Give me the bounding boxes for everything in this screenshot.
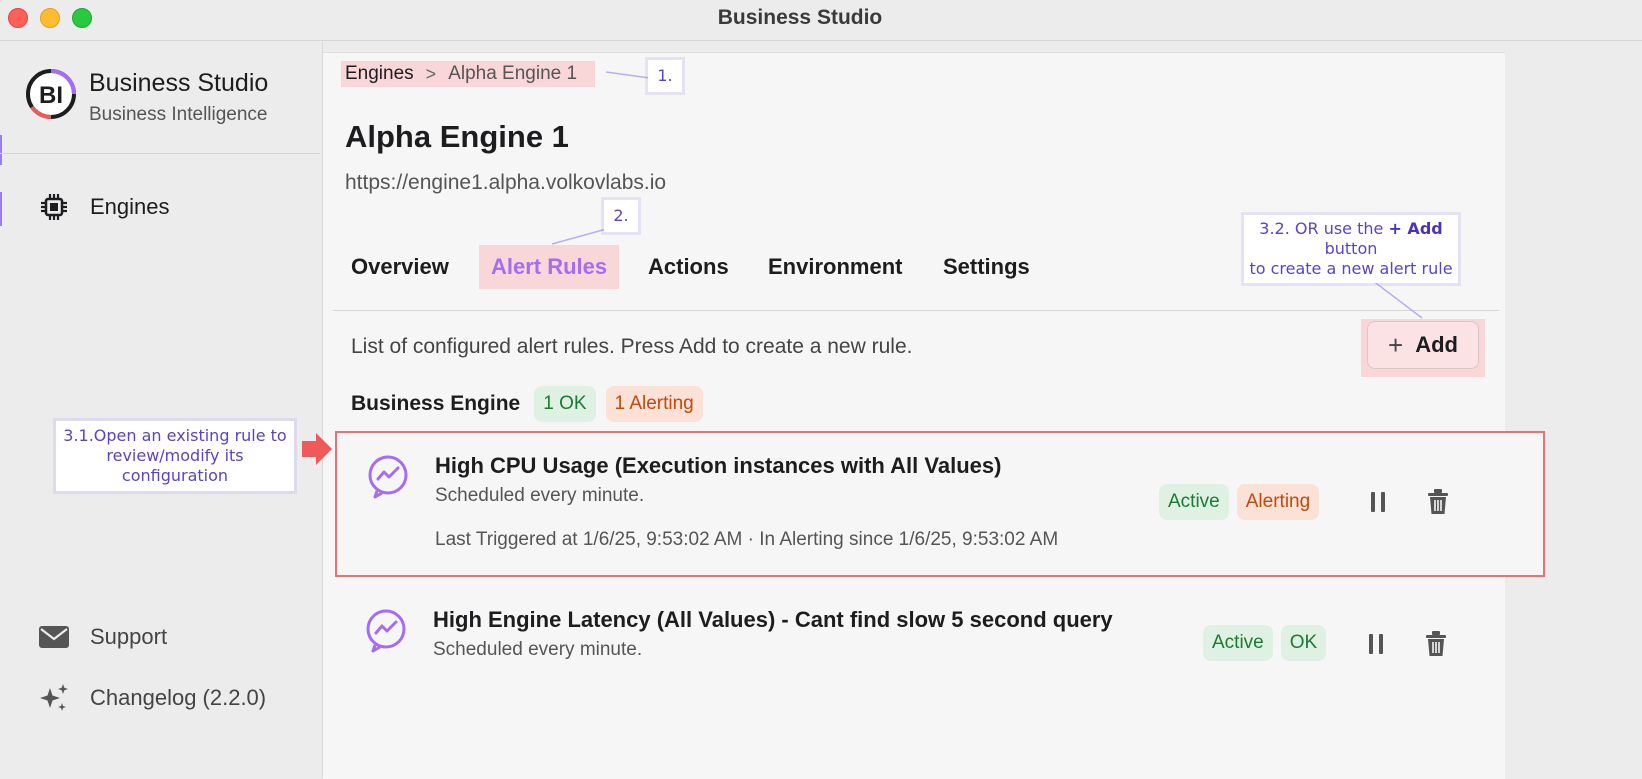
sidebar-divider <box>0 153 320 154</box>
annotation-3-1: 3.1.Open an existing rule to review/modi… <box>56 421 294 491</box>
trash-icon[interactable] <box>1423 487 1453 517</box>
alerting-count-badge: 1 Alerting <box>605 386 703 422</box>
alerting-badge: Alerting <box>1236 484 1320 520</box>
chip-icon <box>38 191 70 223</box>
main-content: Engines > Alpha Engine 1 Alpha Engine 1 … <box>323 52 1545 779</box>
annotation-3-1-line-1: 3.1.Open an existing rule to <box>63 426 287 445</box>
sidebar-item-label: Support <box>90 624 168 649</box>
sidebar: BI Business Studio Business Intelligence… <box>0 41 323 778</box>
brand-subtitle: Business Intelligence <box>89 104 268 125</box>
scroll-indicator <box>0 135 2 165</box>
trash-icon[interactable] <box>1421 629 1451 659</box>
annotation-2: 2. <box>604 200 638 232</box>
sidebar-item-label: Changelog (2.2.0) <box>90 685 267 710</box>
bi-logo-icon: BI <box>26 69 76 120</box>
rule-group-header: Business Engine 1 OK 1 Alerting <box>351 385 703 423</box>
tabs-divider <box>333 310 1499 311</box>
plus-icon: + <box>1388 329 1404 360</box>
rule-status-badges: Active OK <box>1203 625 1327 661</box>
group-name: Business Engine <box>351 392 521 415</box>
active-badge: Active <box>1159 484 1229 520</box>
window-title: Business Studio <box>717 6 883 29</box>
alert-rule-icon <box>366 609 406 653</box>
tab-settings[interactable]: Settings <box>931 245 1042 289</box>
annotation-3-2-line-1: 3.2. OR use the + Add button <box>1259 219 1443 258</box>
rule-status-badges: Active Alerting <box>1159 484 1320 520</box>
mail-icon <box>38 621 70 653</box>
breadcrumb-current: Alpha Engine 1 <box>448 63 578 84</box>
add-button-highlight: + Add <box>1361 319 1485 377</box>
pause-icon[interactable] <box>1361 629 1391 659</box>
rule-schedule: Scheduled every minute. <box>435 485 645 506</box>
active-nav-indicator <box>0 192 2 226</box>
tab-actions[interactable]: Actions <box>636 245 741 289</box>
alert-rule-card[interactable]: High CPU Usage (Execution instances with… <box>335 431 1545 577</box>
ok-badge: OK <box>1280 625 1327 661</box>
sidebar-item-changelog[interactable]: Changelog (2.2.0) <box>38 682 266 714</box>
rule-title[interactable]: High CPU Usage (Execution instances with… <box>435 453 1001 479</box>
rule-schedule: Scheduled every minute. <box>433 639 643 660</box>
pause-icon[interactable] <box>1363 487 1393 517</box>
active-badge: Active <box>1203 625 1273 661</box>
add-rule-button[interactable]: + Add <box>1367 321 1479 369</box>
breadcrumb: Engines > Alpha Engine 1 <box>341 61 596 87</box>
tab-alert-rules[interactable]: Alert Rules <box>479 245 620 289</box>
sidebar-item-label: Engines <box>90 194 170 219</box>
alert-rule-card[interactable]: High Engine Latency (All Values) - Cant … <box>335 593 1541 693</box>
add-button-label: Add <box>1415 332 1458 357</box>
annotation-3-1-line-2: review/modify its configuration <box>106 446 244 485</box>
annotation-3-2-line-2: to create a new alert rule <box>1249 259 1453 278</box>
alert-rule-icon <box>368 455 408 499</box>
annotation-3-2: 3.2. OR use the + Add button to create a… <box>1244 215 1458 283</box>
page-title: Alpha Engine 1 <box>345 119 569 154</box>
sidebar-item-engines[interactable]: Engines <box>38 191 170 223</box>
ok-count-badge: 1 OK <box>534 386 596 422</box>
rule-trigger-info: Last Triggered at 1/6/25, 9:53:02 AM · I… <box>435 529 1059 550</box>
engine-url: https://engine1.alpha.volkovlabs.io <box>345 171 667 194</box>
tab-environment[interactable]: Environment <box>756 245 914 289</box>
sparkles-icon <box>38 682 70 714</box>
svg-text:BI: BI <box>39 82 63 109</box>
brand-name: Business Studio <box>89 69 269 97</box>
window-titlebar: Business Studio <box>0 0 1642 41</box>
annotation-1: 1. <box>648 60 682 92</box>
alert-rules-description: List of configured alert rules. Press Ad… <box>351 335 913 358</box>
sidebar-item-support[interactable]: Support <box>38 621 167 653</box>
rule-title[interactable]: High Engine Latency (All Values) - Cant … <box>433 607 1113 633</box>
chevron-right-icon: > <box>425 63 437 84</box>
breadcrumb-engines[interactable]: Engines <box>345 63 414 85</box>
tab-overview[interactable]: Overview <box>339 245 461 289</box>
